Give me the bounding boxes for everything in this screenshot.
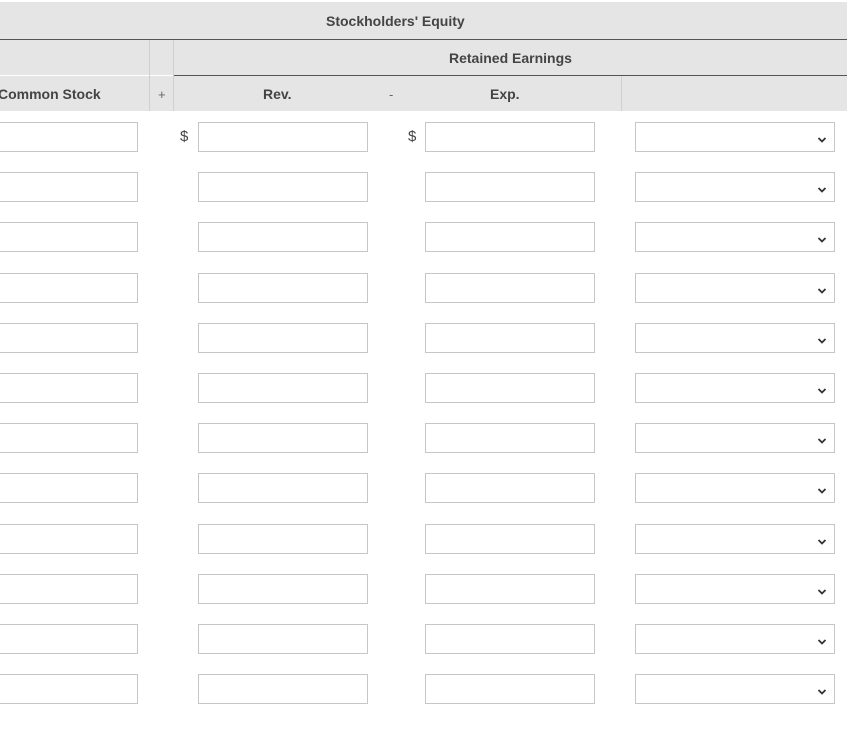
- common-stock-input[interactable]: [0, 573, 138, 604]
- exp-input[interactable]: [425, 122, 595, 152]
- account-select[interactable]: [635, 624, 835, 654]
- rev-input[interactable]: [198, 473, 368, 504]
- account-select[interactable]: [635, 674, 835, 705]
- chevron-down-icon: [817, 283, 827, 294]
- common-stock-input[interactable]: [0, 172, 138, 203]
- exp-input[interactable]: [425, 423, 595, 454]
- chevron-down-icon: [817, 634, 827, 645]
- account-select[interactable]: [635, 473, 835, 504]
- rev-input[interactable]: [198, 172, 368, 203]
- account-select[interactable]: [635, 172, 835, 203]
- stockholders-equity-heading: Stockholders' Equity: [326, 13, 465, 29]
- rev-input[interactable]: [198, 624, 368, 654]
- table-row: $ $: [0, 122, 858, 154]
- column-divider: [621, 76, 622, 111]
- rev-input[interactable]: [198, 373, 368, 403]
- chevron-down-icon: [817, 483, 827, 495]
- rev-input[interactable]: [198, 674, 368, 705]
- table-row: [0, 674, 858, 706]
- exp-input[interactable]: [425, 322, 595, 353]
- column-divider: [149, 40, 150, 111]
- chevron-down-icon: [817, 584, 827, 595]
- chevron-down-icon: [817, 684, 827, 695]
- chevron-down-icon: [817, 433, 827, 444]
- common-stock-input[interactable]: [0, 423, 138, 454]
- exp-input[interactable]: [425, 222, 595, 253]
- exp-input[interactable]: [425, 272, 595, 303]
- table-row: [0, 624, 858, 656]
- chevron-down-icon: [817, 182, 827, 193]
- exp-input[interactable]: [425, 473, 595, 504]
- chevron-down-icon: [817, 333, 827, 344]
- account-select[interactable]: [635, 272, 835, 303]
- common-stock-input[interactable]: [0, 473, 138, 504]
- table-row: [0, 373, 858, 405]
- table-row: [0, 423, 858, 455]
- common-stock-input[interactable]: [0, 373, 138, 403]
- table-row: [0, 272, 858, 305]
- common-stock-input[interactable]: [0, 674, 138, 705]
- column-divider: [173, 40, 174, 111]
- common-stock-input[interactable]: [0, 222, 138, 253]
- exp-currency-symbol: $: [408, 128, 417, 145]
- table-row: [0, 523, 858, 556]
- rev-input[interactable]: [198, 573, 368, 604]
- account-select[interactable]: [635, 222, 835, 253]
- table-row: [0, 322, 858, 355]
- account-select[interactable]: [635, 423, 835, 454]
- account-select[interactable]: [635, 322, 835, 353]
- rev-currency-symbol: $: [180, 128, 189, 145]
- rev-input[interactable]: [198, 523, 368, 554]
- equity-worksheet: Stockholders' Equity Retained Earnings C…: [0, 0, 858, 732]
- common-stock-input[interactable]: [0, 272, 138, 303]
- table-row: [0, 573, 858, 606]
- exp-input[interactable]: [425, 573, 595, 604]
- retained-earnings-heading: Retained Earnings: [449, 50, 572, 66]
- exp-heading: Exp.: [490, 86, 520, 102]
- account-select[interactable]: [635, 523, 835, 554]
- rev-heading: Rev.: [263, 86, 292, 102]
- exp-input[interactable]: [425, 523, 595, 554]
- minus-operator: -: [389, 87, 394, 102]
- chevron-down-icon: [817, 534, 827, 545]
- table-row: [0, 473, 858, 505]
- chevron-down-icon: [817, 232, 827, 244]
- header-row-group: Retained Earnings: [0, 40, 847, 75]
- account-select[interactable]: [635, 122, 835, 152]
- chevron-down-icon: [817, 383, 827, 394]
- common-stock-input[interactable]: [0, 122, 138, 152]
- exp-input[interactable]: [425, 624, 595, 654]
- rev-input[interactable]: [198, 322, 368, 353]
- rev-input[interactable]: [198, 222, 368, 253]
- rev-input[interactable]: [198, 122, 368, 152]
- account-select[interactable]: [635, 373, 835, 403]
- account-select[interactable]: [635, 573, 835, 604]
- rev-input[interactable]: [198, 423, 368, 454]
- rev-input[interactable]: [198, 272, 368, 303]
- chevron-down-icon: [817, 132, 827, 143]
- table-row: [0, 172, 858, 204]
- common-stock-input[interactable]: [0, 624, 138, 654]
- header-row-columns: Common Stock + Rev. - Exp.: [0, 76, 847, 111]
- exp-input[interactable]: [425, 674, 595, 705]
- common-stock-input[interactable]: [0, 523, 138, 554]
- exp-input[interactable]: [425, 172, 595, 203]
- common-stock-input[interactable]: [0, 322, 138, 353]
- plus-operator: +: [158, 87, 166, 102]
- table-row: [0, 222, 858, 254]
- header-row-title: Stockholders' Equity: [0, 2, 847, 40]
- common-stock-heading: Common Stock: [0, 86, 101, 102]
- exp-input[interactable]: [425, 373, 595, 403]
